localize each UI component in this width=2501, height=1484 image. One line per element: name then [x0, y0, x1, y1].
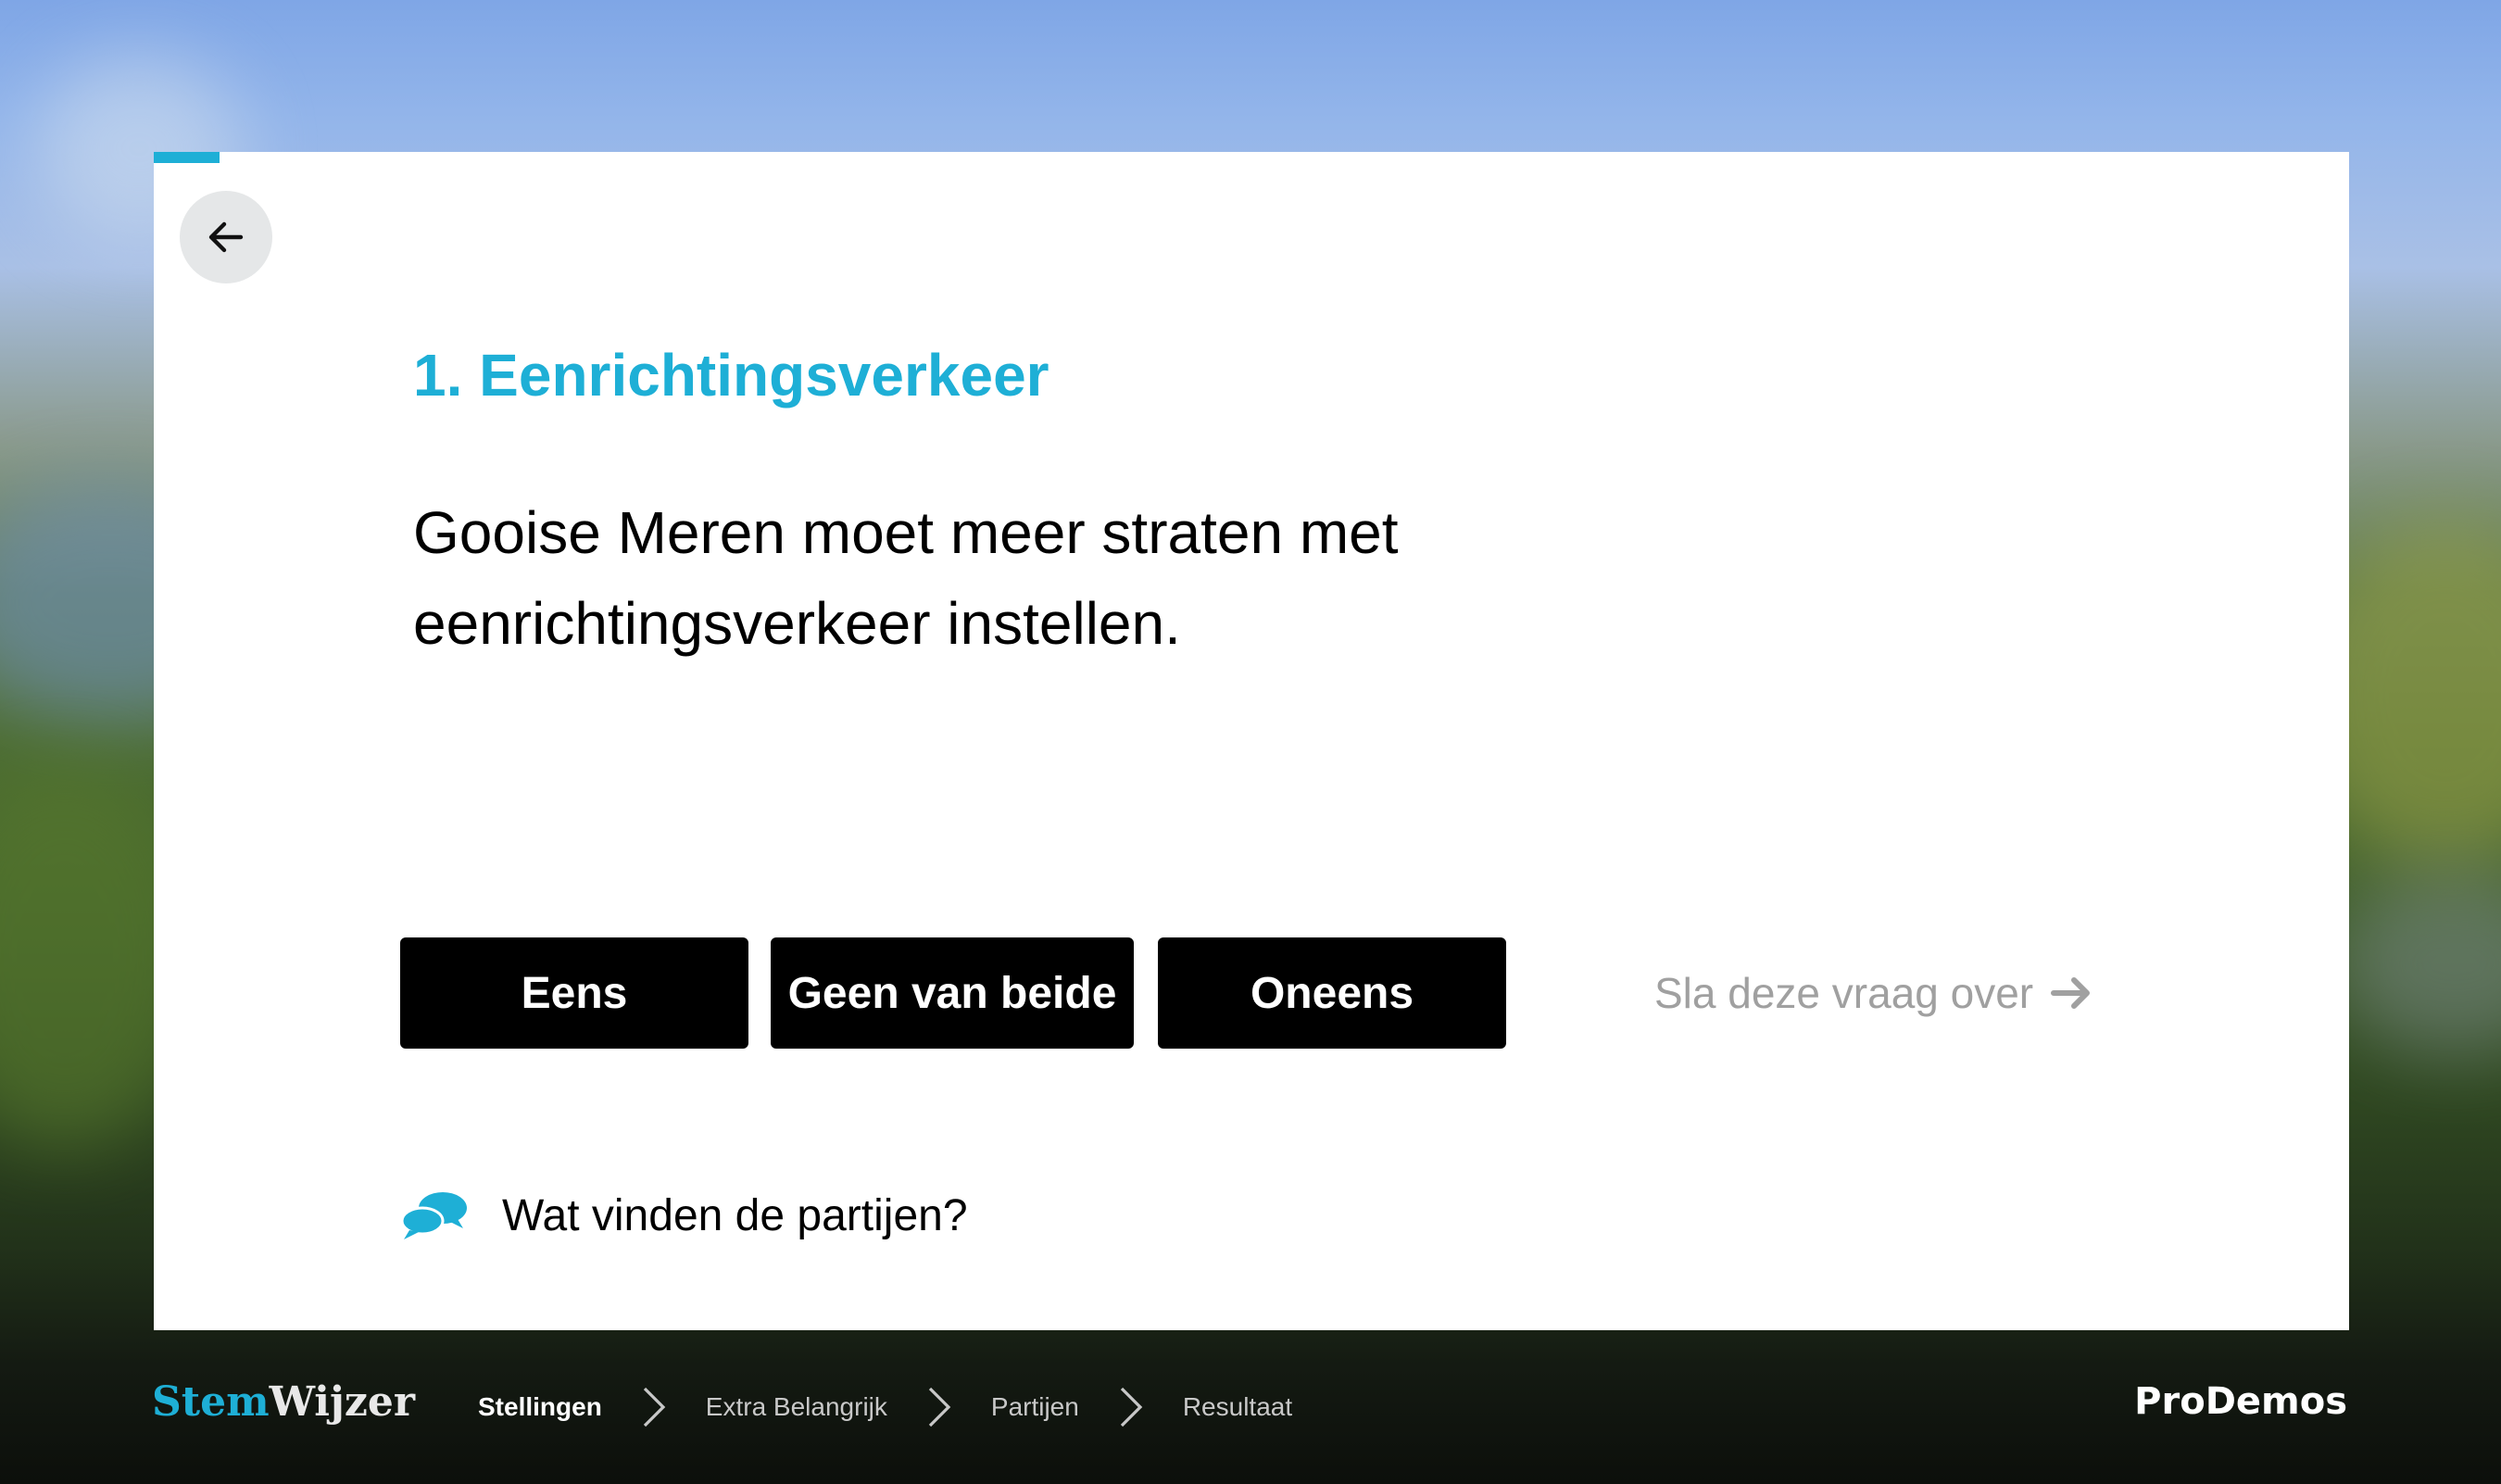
agree-button[interactable]: Eens — [400, 937, 748, 1049]
skip-question-link[interactable]: Sla deze vraag over — [1654, 937, 2094, 1049]
parties-opinions-link[interactable]: Wat vinden de partijen? — [400, 1178, 968, 1252]
prodemos-logo[interactable]: ProDemos — [2134, 1380, 2347, 1423]
chevron-right-icon — [1118, 1385, 1144, 1429]
parties-opinions-label: Wat vinden de partijen? — [502, 1190, 968, 1240]
step-partijen[interactable]: Partijen — [991, 1392, 1079, 1422]
disagree-button[interactable]: Oneens — [1158, 937, 1506, 1049]
statement-title: 1. Eenrichtingsverkeer — [413, 342, 1049, 409]
page: 1. Eenrichtingsverkeer Gooise Meren moet… — [0, 0, 2501, 1484]
logo-wijzer-text: Wijzer — [269, 1378, 416, 1426]
chat-bubbles-icon — [400, 1192, 467, 1239]
background-road — [2334, 871, 2501, 1056]
arrow-right-icon — [2050, 975, 2094, 1012]
skip-question-label: Sla deze vraag over — [1654, 969, 2034, 1017]
statement-text: Gooise Meren moet meer straten met eenri… — [413, 499, 1399, 657]
footer: StemWijzer Stellingen Extra Belangrijk P… — [0, 1330, 2501, 1484]
chevron-right-icon — [926, 1385, 952, 1429]
neither-button[interactable]: Geen van beide — [771, 937, 1134, 1049]
chevron-right-icon — [641, 1385, 667, 1429]
progress-steps: Stellingen Extra Belangrijk Partijen Res… — [478, 1375, 1292, 1440]
statement-card: 1. Eenrichtingsverkeer Gooise Meren moet… — [154, 152, 2349, 1330]
logo-stem-text: Stem — [152, 1378, 270, 1426]
step-resultaat[interactable]: Resultaat — [1183, 1392, 1292, 1422]
step-stellingen[interactable]: Stellingen — [478, 1392, 602, 1422]
stemwijzer-logo[interactable]: StemWijzer — [152, 1378, 415, 1426]
arrow-left-icon — [208, 221, 244, 253]
step-extra-belangrijk[interactable]: Extra Belangrijk — [706, 1392, 887, 1422]
back-button[interactable] — [180, 191, 272, 283]
progress-bar — [154, 152, 220, 163]
